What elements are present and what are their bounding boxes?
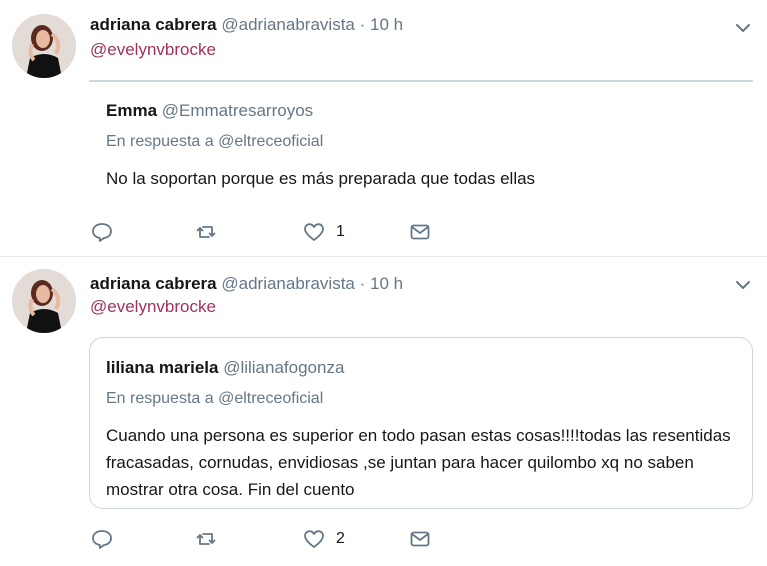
tweet-header: adriana cabrera @adrianabravista · 10 h [90,273,403,295]
retweet-button[interactable] [194,525,218,553]
tweet-actions: 2 [90,525,510,553]
author-name[interactable]: adriana cabrera [90,15,217,34]
quoted-text: Cuando una persona es superior en todo p… [106,426,731,499]
timestamp[interactable]: 10 h [370,15,403,34]
timestamp[interactable]: 10 h [370,274,403,293]
tweet[interactable]: adriana cabrera @adrianabravista · 10 h … [0,0,767,257]
like-button[interactable]: 2 [302,525,345,553]
reply-to-handle[interactable]: @eltreceoficial [218,133,323,150]
mention-link[interactable]: @evelynvbrocke [90,40,216,60]
quoted-author-handle: @lilianafogonza [223,358,345,377]
chevron-down-icon[interactable] [733,18,753,38]
quoted-author: liliana mariela @lilianafogonza [106,358,344,378]
avatar[interactable] [12,269,76,333]
separator: · [359,274,366,293]
quoted-tweet[interactable]: Emma @Emmatresarroyos En respuesta a @el… [89,80,753,188]
reply-button[interactable] [90,525,114,553]
quoted-author: Emma @Emmatresarroyos [106,101,313,121]
chevron-down-icon[interactable] [733,275,753,295]
separator: · [359,15,366,34]
like-count: 2 [336,530,345,547]
reply-icon [92,530,112,549]
quoted-tweet[interactable]: liliana mariela @lilianafogonza En respu… [89,337,753,509]
avatar[interactable] [12,14,76,78]
reply-prefix: En respuesta a [106,390,214,407]
retweet-icon [196,533,216,545]
reply-button[interactable] [90,218,114,246]
tweet[interactable]: adriana cabrera @adrianabravista · 10 h … [0,257,767,566]
retweet-button[interactable] [194,218,218,246]
author-handle[interactable]: @adrianabravista [221,15,355,34]
like-button[interactable]: 1 [302,218,345,246]
envelope-icon [410,224,430,240]
quoted-author-name: Emma [106,101,158,120]
quoted-author-name: liliana mariela [106,358,219,377]
reply-context: En respuesta a @eltreceoficial [106,133,323,151]
tweet-actions: 1 [90,218,510,246]
tweet-header: adriana cabrera @adrianabravista · 10 h [90,14,403,36]
quoted-author-handle: @Emmatresarroyos [161,101,314,120]
reply-prefix: En respuesta a [106,133,214,150]
like-count: 1 [336,223,345,240]
quoted-text: No la soportan porque es más preparada q… [106,169,536,188]
envelope-icon [410,531,430,547]
heart-icon [304,530,324,548]
reply-to-handle[interactable]: @eltreceoficial [218,390,323,407]
reply-context: En respuesta a @eltreceoficial [106,390,323,408]
author-name[interactable]: adriana cabrera [90,274,217,293]
reply-icon [92,223,112,242]
author-handle[interactable]: @adrianabravista [221,274,355,293]
direct-message-button[interactable] [408,525,432,553]
retweet-icon [196,226,216,238]
direct-message-button[interactable] [408,218,432,246]
heart-icon [304,223,324,241]
mention-link[interactable]: @evelynvbrocke [90,297,216,317]
